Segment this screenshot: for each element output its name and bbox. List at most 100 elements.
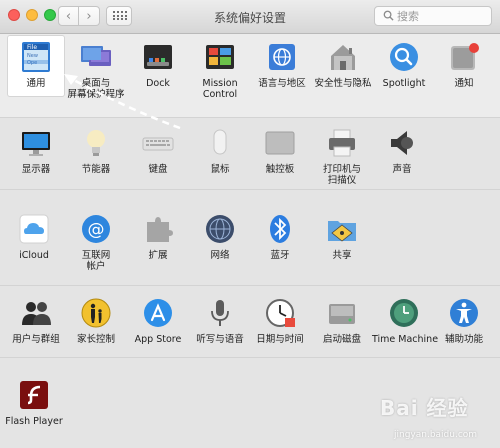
pane-label: 安全性与隐私 <box>314 78 372 89</box>
internet-section: iCloud @ 互联网 帐户 扩展 网络 蓝牙 共享 <box>0 190 500 286</box>
pane-sharing[interactable]: 共享 <box>312 212 372 261</box>
pane-mouse[interactable]: 鼠标 <box>190 126 250 175</box>
bluetooth-icon <box>270 215 290 243</box>
keyboard-icon <box>142 137 174 151</box>
users-groups-icon <box>22 302 51 325</box>
dictation-speech-icon <box>211 300 229 326</box>
pane-notifications[interactable]: 通知 <box>434 40 494 89</box>
system-section: 用户与群组 家长控制 App Store 听写与语音 日期与时间 启动磁盘 Ti… <box>0 286 500 358</box>
language-region-icon <box>269 44 295 70</box>
pane-parental-controls[interactable]: 家长控制 <box>66 296 126 345</box>
pane-app-store[interactable]: App Store <box>128 296 188 345</box>
network-icon <box>206 215 234 243</box>
time-machine-icon <box>390 299 418 327</box>
pane-network[interactable]: 网络 <box>190 212 250 261</box>
startup-disk-icon <box>329 304 355 324</box>
pane-label: 节能器 <box>81 164 111 175</box>
pane-label: App Store <box>134 334 182 345</box>
pane-label: iCloud <box>19 250 49 261</box>
pane-users-groups[interactable]: 用户与群组 <box>6 296 66 345</box>
pane-label: 语言与地区 <box>258 78 306 89</box>
pane-label: 扩展 <box>148 250 168 261</box>
pane-label: 网络 <box>210 250 230 261</box>
flash-player-icon <box>20 381 48 409</box>
internet-accounts-icon: @ <box>82 215 110 243</box>
search-field[interactable]: 搜索 <box>374 6 492 26</box>
pane-label: 共享 <box>332 250 352 261</box>
pane-label: 通知 <box>454 78 474 89</box>
pane-label: 蓝牙 <box>270 250 290 261</box>
pane-icloud[interactable]: iCloud <box>4 212 64 261</box>
pane-sound[interactable]: 声音 <box>372 126 432 175</box>
pane-date-time[interactable]: 日期与时间 <box>250 296 310 345</box>
svg-text:New: New <box>27 53 38 59</box>
watermark-url: jingyan.baidu.com <box>394 430 478 440</box>
pane-label: 显示器 <box>21 164 51 175</box>
security-privacy-icon <box>331 45 355 70</box>
general-icon: File New Ope <box>22 42 50 72</box>
svg-text:@: @ <box>88 220 105 240</box>
search-icon <box>383 10 394 21</box>
pane-desktop-screensaver[interactable]: 桌面与 屏幕保护程序 <box>66 40 126 100</box>
spotlight-icon <box>390 43 418 71</box>
pane-label: 键盘 <box>148 164 168 175</box>
pane-label: 打印机与 扫描仪 <box>322 164 361 186</box>
pane-label: Spotlight <box>382 78 426 89</box>
pane-label: 桌面与 屏幕保护程序 <box>67 78 125 100</box>
hardware-section: 显示器 节能器 键盘 鼠标 触控板 打印机与 扫描仪 声音 <box>0 118 500 190</box>
extensions-icon <box>147 217 173 242</box>
pane-label: 启动磁盘 <box>322 334 361 345</box>
date-time-icon <box>266 299 295 327</box>
printers-scanners-icon <box>329 129 355 157</box>
pane-label: 用户与群组 <box>12 334 60 345</box>
pane-label: 家长控制 <box>76 334 115 345</box>
pane-flash-player[interactable]: Flash Player <box>4 378 64 427</box>
pane-label: Dock <box>146 78 170 89</box>
system-preferences-window: ‹ › 系统偏好设置 搜索 File New Ope 通用 桌面与 屏幕保护程序… <box>0 0 500 448</box>
pane-label: 辅助功能 <box>444 334 483 345</box>
pane-label: 通用 <box>26 78 46 89</box>
pane-accessibility[interactable]: 辅助功能 <box>434 296 494 345</box>
watermark-logo: Bai 经验 <box>380 396 469 420</box>
energy-saver-icon <box>87 130 105 156</box>
pane-label: 鼠标 <box>210 164 230 175</box>
pane-general[interactable]: File New Ope 通用 <box>8 36 64 96</box>
pane-label: 听写与语音 <box>196 334 244 345</box>
parental-controls-icon <box>81 298 111 328</box>
pane-security-privacy[interactable]: 安全性与隐私 <box>312 40 374 89</box>
pane-mission-control[interactable]: Mission Control <box>190 40 250 100</box>
sound-icon <box>391 131 413 155</box>
sharing-icon <box>328 221 356 242</box>
search-placeholder: 搜索 <box>397 10 419 23</box>
pane-label: 互联网 帐户 <box>81 250 111 272</box>
pane-keyboard[interactable]: 键盘 <box>128 126 188 175</box>
trackpad-icon <box>265 131 295 155</box>
pane-label: 声音 <box>392 164 412 175</box>
pane-spotlight[interactable]: Spotlight <box>374 40 434 89</box>
pane-language-region[interactable]: 语言与地区 <box>252 40 312 89</box>
pane-dictation-speech[interactable]: 听写与语音 <box>190 296 250 345</box>
title-bar: ‹ › 系统偏好设置 搜索 <box>0 0 500 34</box>
notifications-icon <box>451 43 479 70</box>
icloud-icon <box>19 214 49 244</box>
mission-control-icon <box>206 45 234 69</box>
displays-icon <box>22 132 50 156</box>
pane-time-machine[interactable]: Time Machine <box>372 296 439 345</box>
desktop-screensaver-icon <box>81 46 111 66</box>
accessibility-icon <box>450 299 478 327</box>
pane-printers-scanners[interactable]: 打印机与 扫描仪 <box>312 126 372 186</box>
pane-label: Flash Player <box>5 416 63 427</box>
pane-displays[interactable]: 显示器 <box>6 126 66 175</box>
app-store-icon <box>144 299 172 327</box>
pane-internet-accounts[interactable]: @ 互联网 帐户 <box>66 212 126 272</box>
svg-text:File: File <box>27 44 37 51</box>
pane-bluetooth[interactable]: 蓝牙 <box>250 212 310 261</box>
pane-label: Time Machine <box>372 334 439 345</box>
pane-energy-saver[interactable]: 节能器 <box>66 126 126 175</box>
pane-trackpad[interactable]: 触控板 <box>250 126 310 175</box>
pane-extensions[interactable]: 扩展 <box>128 212 188 261</box>
dock-icon <box>144 45 172 69</box>
pane-startup-disk[interactable]: 启动磁盘 <box>312 296 372 345</box>
pane-dock[interactable]: Dock <box>128 40 188 89</box>
pane-label: 触控板 <box>265 164 295 175</box>
